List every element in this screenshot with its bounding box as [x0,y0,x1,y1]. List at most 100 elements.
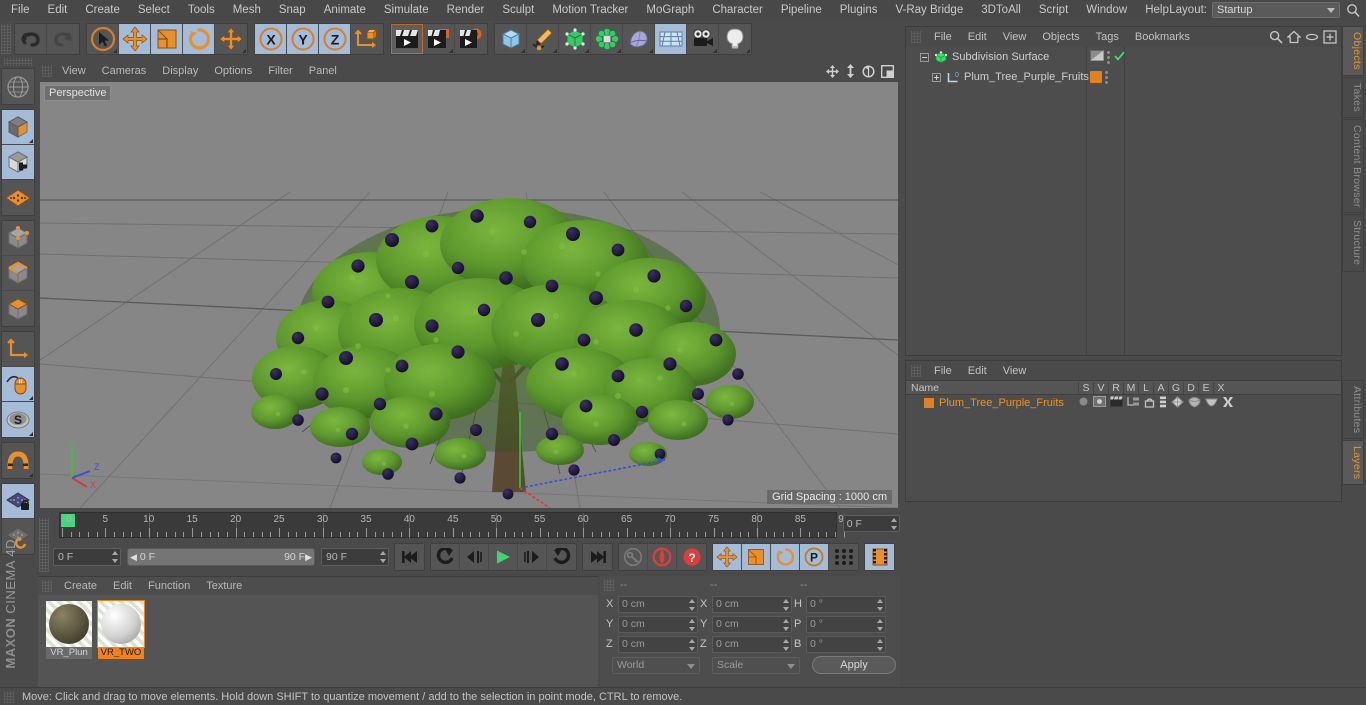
display-tag-icon[interactable] [1090,50,1104,64]
rotation-p-field[interactable]: 0 ° [806,615,886,633]
viewport-menu-item-filter[interactable]: Filter [260,65,300,77]
pan-view-icon[interactable] [826,64,839,81]
scale-tool[interactable] [151,24,183,54]
right-tab-layers[interactable]: Layers [1342,440,1364,486]
menu-item-v-ray-bridge[interactable]: V-Ray Bridge [886,0,972,21]
layer-xpresso-icon[interactable] [1222,396,1234,411]
status-bar-grip[interactable] [4,690,14,703]
add-scene-object-button[interactable] [623,24,655,54]
tool-options-corner[interactable] [29,396,33,400]
viewport-menu-item-display[interactable]: Display [154,65,206,77]
menu-item-window[interactable]: Window [1077,0,1136,21]
layer-lock-icon[interactable] [1144,396,1155,411]
material-thumbnail[interactable] [46,601,92,647]
object-row-plum-tree[interactable]: 0 Plum_Tree_Purple_Fruits [906,67,1341,87]
layer-menu-item-file[interactable]: File [926,365,960,377]
rotation-key-toggle[interactable] [771,544,800,570]
parameter-key-toggle[interactable] [829,544,858,570]
layer-row[interactable]: Plum_Tree_Purple_Fruits [906,395,1341,411]
layer-visible-icon[interactable] [1092,396,1106,410]
viewport-canvas[interactable]: Perspective Grid Spacing : 1000 cm Y X Z [40,82,898,508]
live-selection-tool[interactable] [87,24,119,54]
menu-item-animate[interactable]: Animate [315,0,375,21]
lock-z-axis[interactable]: Z [319,24,351,54]
timeline-frame-field[interactable]: 0 F [842,515,900,532]
visible-check-icon[interactable] [1114,51,1125,64]
layout-select[interactable]: Startup [1212,2,1340,18]
range-right-arrow-icon[interactable]: ▶ [305,552,312,563]
material-item-vr-two[interactable]: VR_TWO [97,600,145,687]
object-manager-grip[interactable] [911,31,921,43]
add-camera-button[interactable] [687,24,719,54]
zoom-view-icon[interactable] [845,64,856,81]
material-thumbnail[interactable] [97,600,145,648]
coordinates-grip[interactable] [604,579,614,591]
expander-plus-icon[interactable] [932,72,941,82]
right-tab-structure[interactable]: Structure [1342,214,1364,272]
right-tab-content-browser[interactable]: Content Browser [1342,118,1364,214]
edges-mode-button[interactable] [2,256,34,291]
add-spline-button[interactable] [527,24,559,54]
tool-options-corner[interactable] [649,49,653,53]
layer-col-v[interactable]: V [1093,381,1108,394]
menu-item-render[interactable]: Render [438,0,494,21]
tool-options-corner[interactable] [29,473,33,477]
add-cube-button[interactable] [495,24,527,54]
menu-item-create[interactable]: Create [76,0,129,21]
layer-col-e[interactable]: E [1198,381,1213,394]
menu-item-select[interactable]: Select [129,0,179,21]
render-to-picture-viewer-button[interactable] [423,24,455,54]
current-frame-field[interactable]: 0 F [53,548,121,566]
texture-mode-button[interactable] [2,145,34,180]
apply-button[interactable]: Apply [812,656,896,674]
position-key-toggle[interactable] [713,544,742,570]
coordinate-system-select[interactable]: World [612,656,700,674]
layer-animation-icon[interactable] [1159,396,1167,411]
expander-minus-icon[interactable] [920,52,929,62]
layer-menu-item-edit[interactable]: Edit [960,365,995,377]
viewport-menu-item-options[interactable]: Options [206,65,260,77]
step-forward-keyframe-button[interactable] [547,544,576,570]
layer-generator-icon[interactable] [1171,395,1184,411]
toolbar-grip[interactable] [1,24,11,54]
menu-item-simulate[interactable]: Simulate [375,0,438,21]
menu-item-sculpt[interactable]: Sculpt [493,0,543,21]
size-y-spinner[interactable] [782,618,789,631]
tag-dots-icon[interactable] [1105,70,1109,84]
snap-magnet-button[interactable] [2,443,34,478]
object-menu-item-tags[interactable]: Tags [1088,31,1127,43]
rotation-b-spinner[interactable] [876,638,883,651]
move-alt-tool[interactable] [215,24,247,54]
layer-expression-icon[interactable] [1205,397,1218,410]
tool-options-corner[interactable] [113,49,117,53]
layer-col-d[interactable]: D [1183,381,1198,394]
object-menu-item-objects[interactable]: Objects [1034,31,1087,43]
expand-icon[interactable] [1323,30,1337,47]
search-icon[interactable] [1269,30,1283,47]
current-frame-spinner[interactable] [111,551,118,563]
viewport-menu-item-cameras[interactable]: Cameras [94,65,155,77]
size-x-field[interactable]: 0 cm [712,595,792,613]
menu-item-snap[interactable]: Snap [270,0,315,21]
record-active-objects-button[interactable] [648,544,677,570]
menu-item-mograph[interactable]: MoGraph [637,0,703,21]
render-settings-button[interactable] [455,24,487,54]
scale-key-toggle[interactable] [742,544,771,570]
range-left-arrow-icon[interactable]: ◀ [130,552,137,563]
undo-view-button[interactable] [2,69,34,104]
material-tag-icon[interactable] [1090,71,1102,83]
add-generator-button[interactable] [559,24,591,54]
position-y-spinner[interactable] [688,618,695,631]
material-menu-item-edit[interactable]: Edit [105,580,140,592]
go-to-start-button[interactable] [395,544,424,570]
object-menu-item-edit[interactable]: Edit [960,31,995,43]
tool-options-corner[interactable] [617,49,621,53]
object-tree[interactable]: Subdivision Surface 0 Plum_Tree_Purple_F… [906,47,1341,355]
menu-item-motion-tracker[interactable]: Motion Tracker [543,0,637,21]
workplane-mode-button[interactable] [2,180,34,215]
object-menu-item-view[interactable]: View [995,31,1035,43]
render-view-button[interactable] [391,24,423,54]
rotation-b-field[interactable]: 0 ° [806,635,886,653]
position-z-spinner[interactable] [688,638,695,651]
add-light-button[interactable] [719,24,751,54]
